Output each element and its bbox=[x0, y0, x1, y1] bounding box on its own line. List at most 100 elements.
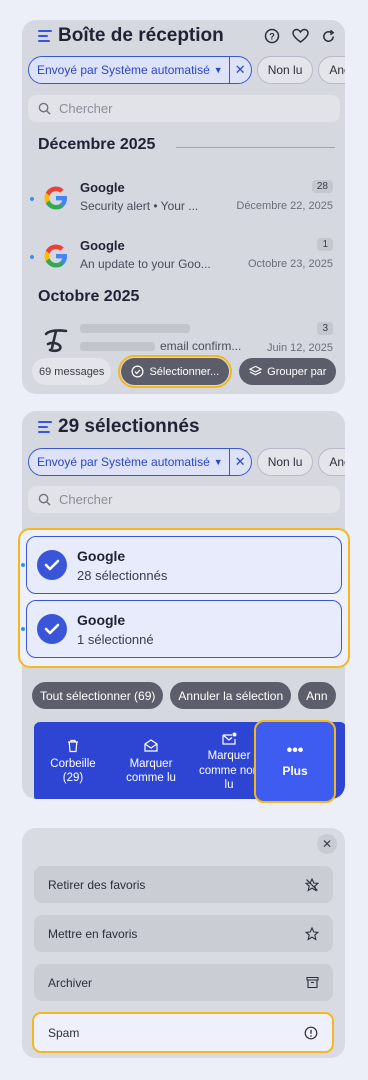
more-button[interactable]: ••• Plus bbox=[254, 720, 336, 803]
close-icon[interactable]: ✕ bbox=[228, 449, 251, 475]
open-envelope-icon bbox=[144, 739, 158, 753]
selected-count: 28 sélectionnés bbox=[77, 568, 168, 583]
mark-unread-label-1: Marquer bbox=[207, 750, 251, 763]
menu-item-spam[interactable]: Spam bbox=[32, 1012, 334, 1053]
menu-item-remove-favorite[interactable]: Retirer des favoris bbox=[34, 866, 333, 903]
mail-preview: Security alert • Your ... bbox=[80, 199, 199, 213]
count-badge: 3 bbox=[317, 322, 333, 335]
sender-name: Google bbox=[77, 612, 126, 628]
filter-chip-older[interactable]: Anc bbox=[318, 448, 345, 476]
trash-label-2: (29) bbox=[62, 772, 84, 784]
search-input[interactable]: Chercher bbox=[28, 95, 340, 122]
filter-chips: Envoyé par Système automatisé ▼ ✕ Non lu… bbox=[28, 448, 345, 476]
refresh-icon[interactable] bbox=[319, 27, 337, 45]
checkbox-checked-icon[interactable] bbox=[37, 614, 67, 644]
menu-item-label: Mettre en favoris bbox=[48, 926, 138, 941]
mail-date: Octobre 23, 2025 bbox=[247, 258, 333, 270]
sender-name: Google bbox=[77, 548, 126, 564]
header-actions: ? bbox=[263, 27, 337, 45]
search-placeholder: Chercher bbox=[59, 492, 113, 507]
filter-chip-label: Envoyé par Système automatisé bbox=[37, 63, 210, 77]
mark-unread-label-2: comme non bbox=[198, 764, 260, 777]
selected-sender-card[interactable]: Google 28 sélectionnés bbox=[21, 536, 342, 594]
select-all-button[interactable]: Tout sélectionner (69) bbox=[32, 682, 164, 709]
unread-dot bbox=[21, 563, 25, 567]
page-title: Boîte de réception bbox=[58, 25, 224, 46]
menu-icon[interactable] bbox=[38, 421, 52, 433]
menu-item-label: Archiver bbox=[48, 975, 93, 990]
trash-button[interactable]: Corbeille (29) bbox=[34, 722, 112, 799]
sender-name: Google bbox=[80, 238, 125, 253]
ellipsis-icon: ••• bbox=[286, 741, 304, 759]
selection-actions: Tout sélectionner (69) Annuler la sélect… bbox=[32, 682, 336, 709]
section-title-october: Octobre 2025 bbox=[38, 288, 140, 305]
section-title-december: Décembre 2025 bbox=[38, 136, 156, 153]
search-icon bbox=[38, 102, 51, 115]
heart-icon[interactable] bbox=[291, 27, 309, 45]
search-input[interactable]: Chercher bbox=[28, 486, 340, 513]
filter-chip-sender[interactable]: Envoyé par Système automatisé ▼ ✕ bbox=[28, 448, 252, 476]
trash-label-1: Corbeille bbox=[50, 757, 96, 770]
selected-count: 1 sélectionné bbox=[77, 632, 154, 647]
redacted-preview bbox=[80, 342, 155, 351]
search-icon bbox=[38, 493, 51, 506]
inbox-bottom-bar: 69 messages Sélectionner... Grouper par bbox=[32, 355, 337, 388]
sender-name: Google bbox=[80, 180, 125, 195]
group-by-label: Grouper par bbox=[267, 365, 327, 378]
more-actions-button[interactable]: Ann bbox=[298, 682, 336, 709]
menu-item-label: Spam bbox=[48, 1025, 80, 1040]
cancel-selection-button[interactable]: Annuler la sélection bbox=[170, 682, 292, 709]
inbox-header: Boîte de réception bbox=[38, 25, 224, 47]
search-placeholder: Chercher bbox=[59, 101, 113, 116]
filter-chip-unread[interactable]: Non lu bbox=[256, 448, 314, 476]
sender-logo-icon bbox=[44, 329, 68, 353]
more-label: Plus bbox=[282, 763, 308, 778]
menu-item-archive[interactable]: Archiver bbox=[34, 964, 333, 1001]
mark-read-button[interactable]: Marquer comme lu bbox=[112, 722, 190, 799]
google-logo-icon bbox=[44, 244, 67, 268]
google-logo-icon bbox=[44, 186, 67, 210]
count-badge: 28 bbox=[311, 180, 333, 193]
selection-header: 29 sélectionnés bbox=[38, 416, 200, 438]
close-icon[interactable]: ✕ bbox=[228, 57, 251, 83]
filter-chip-unread[interactable]: Non lu bbox=[256, 56, 314, 84]
count-badge: 1 bbox=[317, 238, 333, 251]
selection-title: 29 sélectionnés bbox=[58, 416, 200, 437]
help-icon[interactable]: ? bbox=[263, 27, 281, 45]
select-button[interactable]: Sélectionner... bbox=[121, 358, 230, 385]
layers-icon bbox=[249, 365, 263, 376]
menu-item-label: Retirer des favoris bbox=[48, 877, 146, 892]
close-icon[interactable]: ✕ bbox=[317, 834, 337, 854]
mark-unread-label-3: lu bbox=[224, 779, 234, 792]
mail-date: Juin 12, 2025 bbox=[266, 342, 333, 354]
alert-circle-icon bbox=[304, 1026, 318, 1039]
filter-chip-older[interactable]: Anc bbox=[318, 56, 345, 84]
svg-text:?: ? bbox=[269, 32, 275, 42]
mail-preview: An update to your Goo... bbox=[80, 257, 211, 271]
select-button-label: Sélectionner... bbox=[149, 365, 220, 378]
filter-chips: Envoyé par Système automatisé ▼ ✕ Non lu… bbox=[28, 56, 345, 84]
unread-dot bbox=[30, 197, 34, 201]
group-by-button[interactable]: Grouper par bbox=[239, 358, 337, 385]
menu-icon[interactable] bbox=[38, 30, 52, 42]
archive-icon bbox=[306, 976, 319, 989]
menu-item-add-favorite[interactable]: Mettre en favoris bbox=[34, 915, 333, 952]
selected-sender-card[interactable]: Google 1 sélectionné bbox=[21, 600, 342, 658]
select-button-highlight: Sélectionner... bbox=[118, 355, 233, 388]
mail-preview: email confirm... bbox=[160, 339, 242, 353]
envelope-dot-icon bbox=[221, 731, 237, 745]
chevron-down-icon: ▼ bbox=[213, 457, 223, 467]
list-item[interactable]: Google An update to your Goo... 1 Octobr… bbox=[22, 232, 345, 284]
checkbox-checked-icon[interactable] bbox=[37, 550, 67, 580]
chevron-down-icon: ▼ bbox=[213, 65, 223, 75]
star-off-icon bbox=[305, 877, 319, 892]
check-circle-icon bbox=[131, 365, 144, 378]
redacted-sender bbox=[80, 324, 190, 333]
messages-count: 69 messages bbox=[32, 358, 112, 385]
mark-read-label-1: Marquer bbox=[129, 757, 173, 770]
mail-date: Décembre 22, 2025 bbox=[236, 200, 333, 212]
unread-dot bbox=[30, 255, 34, 259]
filter-chip-sender[interactable]: Envoyé par Système automatisé ▼ ✕ bbox=[28, 56, 252, 84]
trash-icon bbox=[67, 739, 79, 753]
list-item[interactable]: Google Security alert • Your ... 28 Déce… bbox=[22, 174, 345, 226]
